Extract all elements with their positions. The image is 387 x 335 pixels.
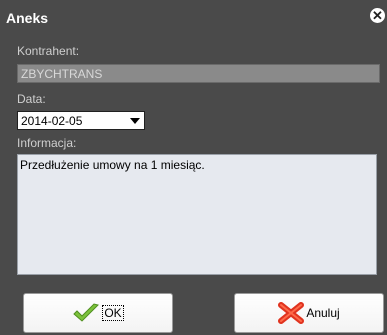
ok-button-label: OK [102, 305, 124, 321]
chevron-down-icon[interactable] [126, 113, 143, 128]
kontrahent-field: ZBYCHTRANS [17, 64, 380, 83]
aneks-dialog: Aneks ✕ Kontrahent: ZBYCHTRANS Data: 201… [0, 0, 387, 335]
cancel-button[interactable]: Anuluj [234, 293, 384, 333]
title-bar: Aneks ✕ [0, 0, 387, 36]
date-value: 2014-02-05 [21, 114, 83, 128]
red-x-icon [278, 302, 305, 324]
data-label: Data: [17, 92, 46, 106]
date-select[interactable]: 2014-02-05 [17, 111, 145, 130]
ok-button[interactable]: OK [23, 293, 173, 333]
cancel-button-label: Anuluj [306, 306, 340, 320]
window-title: Aneks [6, 10, 49, 26]
informacja-label: Informacja: [17, 136, 77, 150]
kontrahent-label: Kontrahent: [17, 44, 80, 58]
checkmark-icon [72, 303, 100, 323]
close-icon[interactable]: ✕ [370, 8, 385, 23]
informacja-textarea[interactable]: Przedłużenie umowy na 1 miesiąc. [17, 154, 377, 275]
